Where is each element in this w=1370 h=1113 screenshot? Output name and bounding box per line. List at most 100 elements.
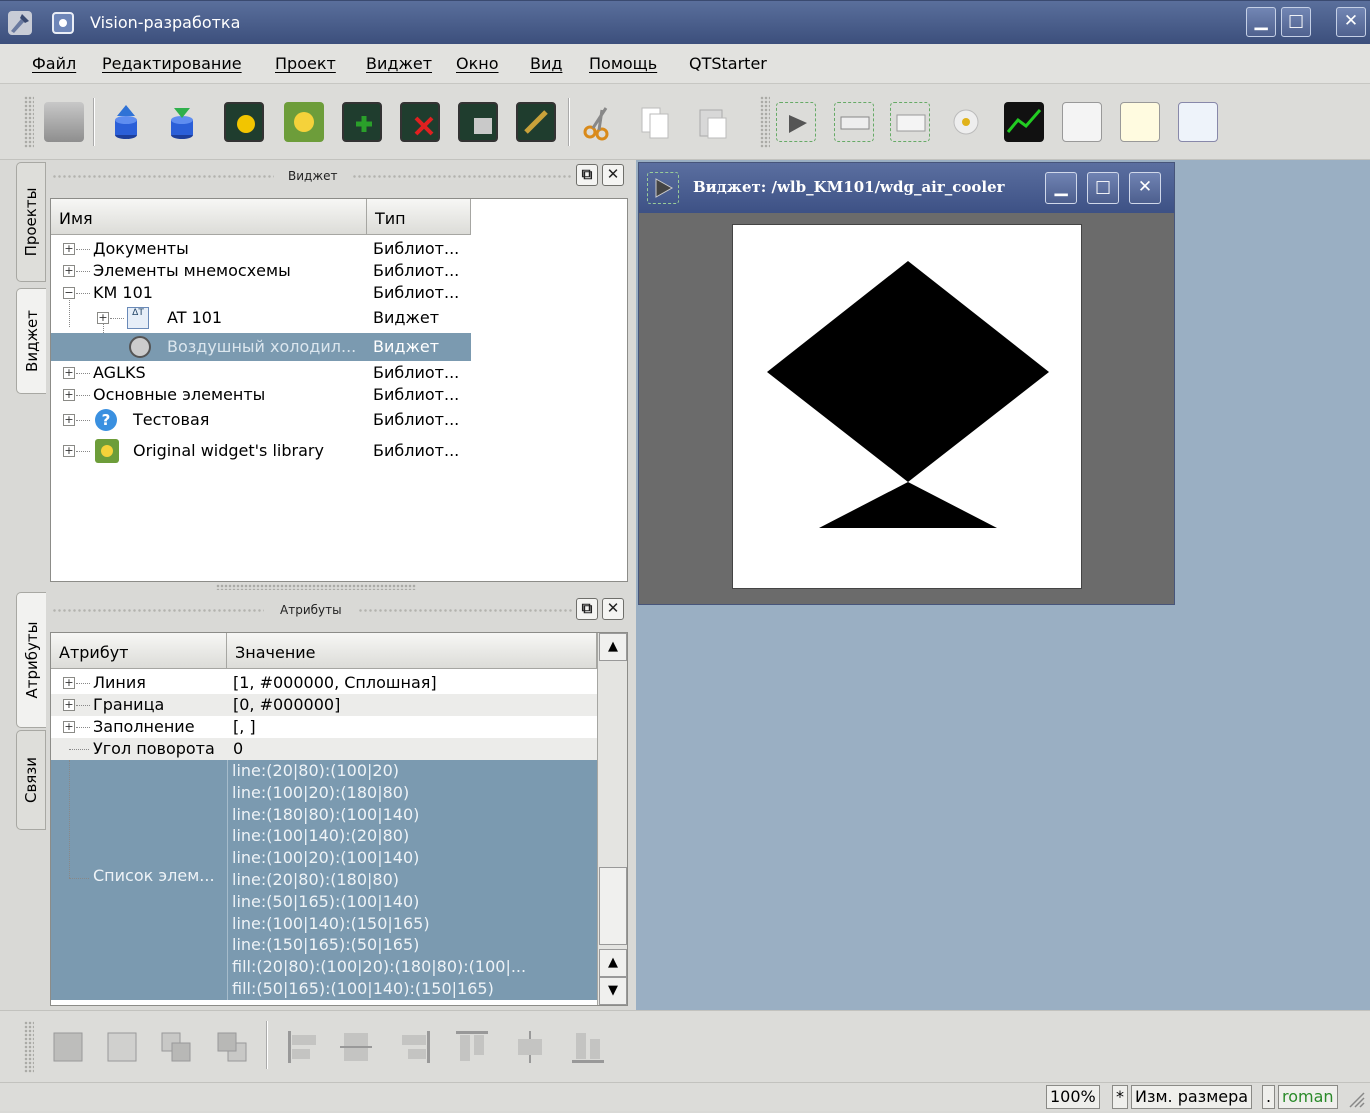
scroll-up-icon[interactable]: ▲ [599,949,627,977]
align-vcenter-icon[interactable] [336,1027,376,1067]
widget-edit-icon[interactable] [516,102,556,142]
scrollbar-thumb[interactable] [599,867,627,945]
attr-value[interactable]: 0 [233,738,243,760]
elfigure-icon[interactable] [776,102,816,142]
attr-row[interactable]: + Заполнение [, ] [51,716,597,738]
tree-row[interactable]: + ΔT AT 101 Виджет [51,305,631,331]
paste-icon[interactable] [692,102,732,142]
level-down-icon[interactable] [212,1027,252,1067]
media-icon[interactable] [946,102,986,142]
expand-icon[interactable]: + [63,389,75,401]
cut-icon[interactable] [580,102,620,142]
delete-widget-icon[interactable] [400,102,440,142]
float-button[interactable]: ⧉ [576,598,598,620]
tree-row-selected[interactable]: Воздушный холодил... Виджет [51,333,471,361]
menu-window[interactable]: Окно [456,54,499,73]
widget-dock-title[interactable]: Виджет ⧉ ✕ [52,164,628,190]
level-up-icon[interactable] [156,1027,196,1067]
tab-projects[interactable]: Проекты [16,162,46,282]
level-rise-icon[interactable] [48,1027,88,1067]
window-title-bar[interactable]: Vision-разработка ▁ □ ✕ [0,0,1370,44]
elements-list-value[interactable]: line:(20|80):(100|20) line:(100|20):(180|… [227,760,597,1000]
tree-row[interactable]: + ? Тестовая Библиот... [51,407,631,433]
tree-row[interactable]: + Элементы мнемосхемы Библиот... [51,260,631,282]
subwindow-maximize-button[interactable]: □ [1087,172,1119,204]
attributes-tree[interactable]: Атрибут Значение + Линия [1, #000000, Сп… [50,632,628,1006]
collapse-icon[interactable]: − [63,287,75,299]
column-header-type[interactable]: Тип [367,199,471,235]
tab-attributes[interactable]: Атрибуты [16,592,46,728]
align-top-icon[interactable] [452,1027,492,1067]
menu-help[interactable]: Помощь [589,54,657,73]
menu-file[interactable]: Файл [32,54,76,73]
tab-widget[interactable]: Виджет [16,288,46,394]
tree-row[interactable]: − KM 101 Библиот... [51,282,631,304]
expand-icon[interactable]: + [63,414,75,426]
expand-icon[interactable]: + [63,699,75,711]
tree-row[interactable]: + Original widget's library Библиот... [51,437,631,465]
text-icon[interactable] [890,102,930,142]
subwindow-minimize-button[interactable]: ▁ [1045,172,1077,204]
menu-qtstarter[interactable]: QTStarter [689,54,767,73]
db-save-icon[interactable] [44,102,84,142]
align-bottom-icon[interactable] [568,1027,608,1067]
level-lower-icon[interactable] [102,1027,142,1067]
vertical-scrollbar[interactable]: ▲ ▲ ▼ [597,633,627,1005]
size-grip[interactable] [1346,1089,1366,1109]
diagram-icon[interactable] [1004,102,1044,142]
column-header-attribute[interactable]: Атрибут [51,633,227,669]
upload-icon[interactable] [106,102,146,142]
attr-row[interactable]: + Линия [1, #000000, Сплошная] [51,672,597,694]
expand-icon[interactable]: + [63,445,75,457]
copy-icon[interactable] [636,102,676,142]
tree-row[interactable]: + Основные элементы Библиот... [51,384,631,406]
scroll-down-icon[interactable]: ▼ [599,977,627,1005]
toolbar-grip[interactable] [24,96,34,148]
attr-row[interactable]: Угол поворота 0 [51,738,597,760]
tab-links[interactable]: Связи [16,730,46,830]
attr-value[interactable]: [, ] [233,716,256,738]
align-right-icon[interactable] [396,1027,436,1067]
tree-row[interactable]: + Документы Библиот... [51,238,631,260]
download-icon[interactable] [162,102,202,142]
subwindow-close-button[interactable]: ✕ [1129,172,1161,204]
new-widget-icon[interactable] [284,102,324,142]
new-library-icon[interactable] [224,102,264,142]
float-button[interactable]: ⧉ [576,164,598,186]
maximize-button[interactable]: □ [1281,7,1311,37]
widget-canvas[interactable] [732,224,1082,589]
toolbar-grip[interactable] [24,1021,34,1073]
expand-icon[interactable]: + [63,243,75,255]
attr-dock-title[interactable]: Атрибуты ⧉ ✕ [52,598,628,624]
add-widget-icon[interactable] [342,102,382,142]
expand-icon[interactable]: + [63,677,75,689]
splitter-handle[interactable] [216,584,416,590]
dock-close-button[interactable]: ✕ [602,598,624,620]
value-icon[interactable] [1178,102,1218,142]
widget-properties-icon[interactable] [458,102,498,142]
zoom-indicator[interactable]: 100% [1046,1085,1100,1109]
user-indicator[interactable]: roman [1278,1085,1338,1109]
edit-mode-indicator[interactable]: Изм. размера [1131,1085,1253,1109]
scroll-up-icon[interactable]: ▲ [599,633,627,661]
menu-view[interactable]: Вид [530,54,562,73]
column-header-name[interactable]: Имя [51,199,367,235]
expand-icon[interactable]: + [63,265,75,277]
document-icon[interactable] [1120,102,1160,142]
attr-row[interactable]: + Граница [0, #000000] [51,694,597,716]
close-button[interactable]: ✕ [1336,7,1366,37]
minimize-button[interactable]: ▁ [1246,7,1276,37]
align-hcenter-icon[interactable] [510,1027,550,1067]
expand-icon[interactable]: + [97,312,109,324]
protocol-icon[interactable] [1062,102,1102,142]
dock-close-button[interactable]: ✕ [602,164,624,186]
widget-tree[interactable]: Имя Тип + Документы Библиот... + Элемент… [50,198,628,582]
menu-widget[interactable]: Виджет [366,54,432,73]
menu-project[interactable]: Проект [275,54,336,73]
column-header-value[interactable]: Значение [227,633,597,669]
expand-icon[interactable]: + [63,721,75,733]
toolbar-grip[interactable] [760,96,770,148]
attr-value[interactable]: [0, #000000] [233,694,340,716]
tree-row[interactable]: + AGLKS Библиот... [51,362,631,384]
attr-row-selected[interactable]: Список элем... line:(20|80):(100|20) line… [51,760,597,1000]
